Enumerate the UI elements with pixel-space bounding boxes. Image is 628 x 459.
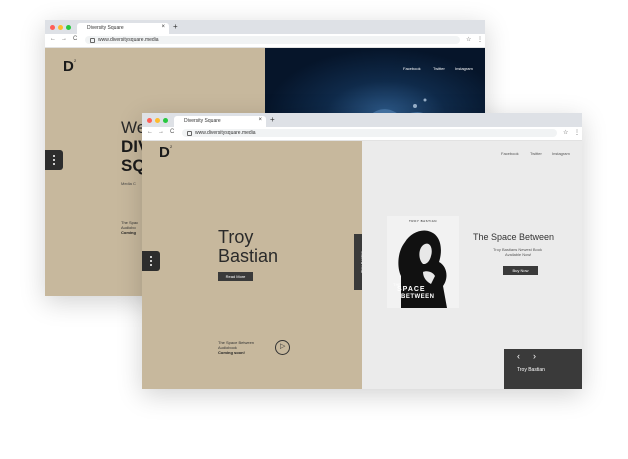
browser-window-front: Diversity Square × + ← → C www.diversity… — [142, 113, 582, 389]
close-window-dot[interactable] — [50, 25, 55, 30]
url-input[interactable]: www.diversitysquare.media — [85, 36, 460, 44]
browser-tab[interactable]: Diversity Square × — [77, 23, 169, 34]
book-subtitle-2: Available Now! — [505, 252, 532, 257]
lock-icon — [187, 131, 192, 136]
tab-strip: Diversity Square × + — [142, 113, 582, 127]
tab-strip: Diversity Square × + — [45, 20, 485, 34]
play-button[interactable]: ▷ — [275, 340, 290, 355]
browser-tab[interactable]: Diversity Square × — [174, 116, 266, 127]
author-last-name: Bastian — [218, 246, 279, 266]
close-icon[interactable]: × — [258, 117, 262, 123]
logo-superscript: 2 — [74, 58, 77, 63]
nav-link-facebook[interactable]: Facebook — [403, 66, 421, 71]
bookmark-star-icon[interactable]: ☆ — [563, 129, 568, 136]
tab-title: Diversity Square — [184, 118, 221, 124]
site-logo[interactable]: D — [63, 58, 74, 75]
next-arrow-icon[interactable]: › — [533, 351, 536, 361]
site-logo[interactable]: D — [159, 144, 170, 161]
prev-arrow-icon[interactable]: ‹ — [517, 351, 520, 361]
side-menu-button[interactable] — [45, 150, 63, 170]
side-menu-button[interactable] — [142, 251, 160, 271]
read-more-button[interactable]: Read More — [218, 272, 253, 281]
url-text: www.diversitysquare.media — [195, 130, 256, 136]
maximize-window-dot[interactable] — [66, 25, 71, 30]
cover-title-space: SPACE — [397, 286, 426, 293]
carousel-panel: ‹ › Troy Bastian — [504, 349, 582, 389]
buy-now-button[interactable]: Buy Now — [503, 266, 538, 275]
carousel-label: Troy Bastian — [517, 367, 545, 373]
close-window-dot[interactable] — [147, 118, 152, 123]
forward-arrow-icon[interactable]: → — [61, 36, 67, 42]
book-title: The Space Between — [473, 232, 555, 242]
new-tab-icon[interactable]: + — [270, 115, 275, 124]
bookmark-star-icon[interactable]: ☆ — [466, 36, 471, 43]
page-content: D 2 Troy Bastian Read More The Space Bet… — [142, 141, 582, 389]
logo-superscript: 2 — [170, 144, 173, 149]
play-icon: ▷ — [280, 343, 286, 350]
browser-menu-icon[interactable]: ⋮ — [477, 36, 483, 43]
nav-link-instagram[interactable]: Instagram — [455, 66, 473, 71]
back-arrow-icon[interactable]: ← — [147, 129, 153, 135]
browser-menu-icon[interactable]: ⋮ — [574, 129, 580, 136]
address-bar-row: ← → C www.diversitysquare.media ☆ ⋮ — [142, 127, 582, 141]
nav-link-twitter[interactable]: Twitter — [433, 66, 445, 71]
nav-link-instagram[interactable]: Instagram — [552, 151, 570, 156]
lock-icon — [90, 38, 95, 43]
cover-title-between: BETWEEN — [401, 294, 435, 300]
new-tab-icon[interactable]: + — [173, 22, 178, 31]
minimize-window-dot[interactable] — [58, 25, 63, 30]
book-cover-image[interactable]: TROY BASTIAN THE SPACE BETWEEN — [387, 216, 459, 308]
nav-link-twitter[interactable]: Twitter — [530, 151, 542, 156]
reload-icon[interactable]: C — [170, 129, 174, 135]
minimize-window-dot[interactable] — [155, 118, 160, 123]
back-arrow-icon[interactable]: ← — [50, 36, 56, 42]
address-bar-row: ← → C www.diversitysquare.media ☆ ⋮ — [45, 34, 485, 48]
forward-arrow-icon[interactable]: → — [158, 129, 164, 135]
hero-left-panel: D 2 Troy Bastian Read More The Space Bet… — [142, 141, 369, 389]
author-first-name: Troy — [218, 227, 254, 247]
tab-title: Diversity Square — [87, 25, 124, 31]
promo-line-3: Coming — [121, 230, 136, 235]
promo-line-3: Coming soon! — [218, 350, 245, 355]
reload-icon[interactable]: C — [73, 36, 77, 42]
nav-link-facebook[interactable]: Facebook — [501, 151, 519, 156]
url-text: www.diversitysquare.media — [98, 37, 159, 43]
book-right-panel: Facebook Twitter Instagram TROY BASTIAN … — [362, 141, 582, 389]
url-input[interactable]: www.diversitysquare.media — [182, 129, 557, 137]
maximize-window-dot[interactable] — [163, 118, 168, 123]
close-icon[interactable]: × — [161, 24, 165, 30]
hero-subtitle: Media C — [121, 181, 136, 186]
